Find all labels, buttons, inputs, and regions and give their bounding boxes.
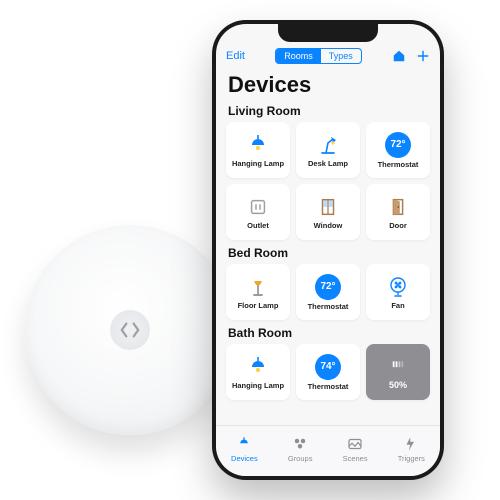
window-icon [316, 195, 340, 219]
door-icon [386, 195, 410, 219]
tab-label: Triggers [398, 454, 425, 463]
tile-label: Fan [391, 301, 404, 310]
hub-logo-icon [119, 319, 141, 341]
tile-thermostat-lr[interactable]: 72° Thermostat [366, 122, 430, 178]
tab-bar: Devices Groups Scenes Triggers [216, 425, 440, 476]
tab-devices[interactable]: Devices [231, 435, 258, 463]
tile-label: Window [314, 221, 343, 230]
outlet-icon [246, 195, 270, 219]
tile-fan[interactable]: Fan [366, 264, 430, 320]
dimmer-icon [386, 354, 410, 378]
tile-label: Thermostat [308, 302, 349, 311]
tile-label: Thermostat [308, 382, 349, 391]
triggers-icon [402, 435, 420, 453]
scenes-icon [346, 435, 364, 453]
pendant-lamp-icon [246, 133, 270, 157]
tile-hanging-lamp-bath[interactable]: Hanging Lamp [226, 344, 290, 400]
tile-hanging-lamp[interactable]: Hanging Lamp [226, 122, 290, 178]
tab-triggers[interactable]: Triggers [398, 435, 425, 463]
segment-types[interactable]: Types [321, 49, 361, 63]
tile-door[interactable]: Door [366, 184, 430, 240]
tile-outlet[interactable]: Outlet [226, 184, 290, 240]
tile-label: 50% [389, 380, 407, 390]
tile-label: Floor Lamp [238, 301, 279, 310]
tile-window[interactable]: Window [296, 184, 360, 240]
tile-label: Door [389, 221, 407, 230]
fan-icon [386, 275, 410, 299]
edit-button[interactable]: Edit [226, 50, 245, 62]
content-scroll[interactable]: Devices Living Room Hanging Lamp Desk La… [216, 70, 440, 430]
section-header-bath-room: Bath Room [216, 324, 440, 342]
tab-label: Devices [231, 454, 258, 463]
tile-label: Thermostat [378, 160, 419, 169]
view-segmented-control[interactable]: Rooms Types [275, 48, 362, 64]
hardware-hub [25, 225, 235, 435]
phone-notch [278, 24, 378, 42]
tile-dimmer[interactable]: 50% [366, 344, 430, 400]
devices-icon [235, 435, 253, 453]
section-header-living-room: Living Room [216, 102, 440, 120]
tile-label: Hanging Lamp [232, 381, 284, 390]
page-title: Devices [216, 70, 440, 102]
tile-label: Outlet [247, 221, 269, 230]
tab-groups[interactable]: Groups [288, 435, 313, 463]
tile-thermostat-br[interactable]: 72° Thermostat [296, 264, 360, 320]
bed-room-grid: Floor Lamp 72° Thermostat Fan [216, 262, 440, 324]
phone-screen: Edit Rooms Types Devices Living Room [216, 24, 440, 476]
living-room-grid: Hanging Lamp Desk Lamp 72° Thermostat [216, 120, 440, 244]
phone-frame: Edit Rooms Types Devices Living Room [212, 20, 444, 480]
section-header-bed-room: Bed Room [216, 244, 440, 262]
groups-icon [291, 435, 309, 453]
tile-floor-lamp[interactable]: Floor Lamp [226, 264, 290, 320]
thermostat-icon: 72° [315, 274, 341, 300]
segment-rooms[interactable]: Rooms [276, 49, 321, 63]
tile-desk-lamp[interactable]: Desk Lamp [296, 122, 360, 178]
tile-label: Desk Lamp [308, 159, 348, 168]
floor-lamp-icon [246, 275, 270, 299]
tab-scenes[interactable]: Scenes [343, 435, 368, 463]
tile-thermostat-bath[interactable]: 74° Thermostat [296, 344, 360, 400]
tab-label: Groups [288, 454, 313, 463]
add-icon[interactable] [416, 49, 430, 63]
desk-lamp-icon [316, 133, 340, 157]
home-icon[interactable] [392, 49, 406, 63]
tile-label: Hanging Lamp [232, 159, 284, 168]
tab-label: Scenes [343, 454, 368, 463]
thermostat-icon: 74° [315, 354, 341, 380]
thermostat-icon: 72° [385, 132, 411, 158]
bath-room-grid: Hanging Lamp 74° Thermostat 50% [216, 342, 440, 404]
pendant-lamp-icon [246, 355, 270, 379]
